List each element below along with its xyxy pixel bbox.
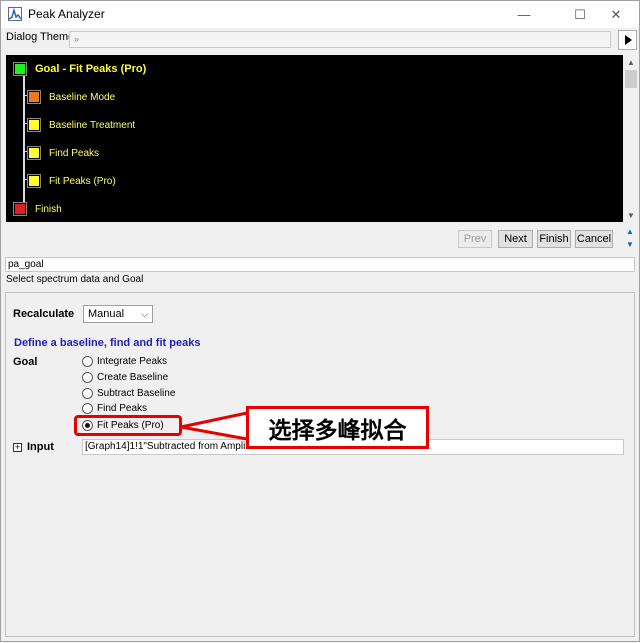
goal-option-label: Find Peaks <box>97 403 148 414</box>
collapse-up-icon[interactable]: ▲ <box>622 226 638 236</box>
scrollbar-thumb[interactable] <box>625 70 637 88</box>
scroll-down-icon[interactable]: ▼ <box>623 208 639 222</box>
dialog-name-field: pa_goal <box>5 257 635 272</box>
goal-label: Goal <box>13 356 38 368</box>
flow-step-box <box>28 91 40 103</box>
chevron-down-icon: ⌵ <box>141 309 148 319</box>
minimize-button[interactable]: — <box>501 1 547 28</box>
flow-item-finish[interactable]: Finish <box>14 203 62 215</box>
triangle-right-icon <box>624 35 632 45</box>
theme-menu-button[interactable] <box>618 30 637 50</box>
recalculate-label: Recalculate <box>13 308 75 320</box>
annotation-callout: 选择多峰拟合 <box>246 406 429 449</box>
minimize-icon: — <box>517 7 531 22</box>
settings-panel: Recalculate Manual ⌵ Define a baseline, … <box>5 292 635 637</box>
dialog-theme-row: Dialog Theme » <box>1 28 639 52</box>
radio-icon <box>82 356 93 367</box>
finish-button[interactable]: Finish <box>537 230 571 248</box>
radio-icon <box>82 388 93 399</box>
title-bar: Peak Analyzer — ☐ ✕ <box>1 1 639 28</box>
flow-item-fit-peaks[interactable]: Fit Peaks (Pro) <box>28 175 116 187</box>
dialog-description: Select spectrum data and Goal <box>6 274 144 285</box>
flow-item-label: Baseline Mode <box>49 91 116 103</box>
close-icon: ✕ <box>610 6 622 22</box>
peak-analyzer-window: Peak Analyzer — ☐ ✕ Dialog Theme » Goal … <box>0 0 640 642</box>
flow-item-label: Goal - Fit Peaks (Pro) <box>35 63 147 75</box>
radio-icon <box>82 372 93 383</box>
flow-step-box <box>14 63 26 75</box>
flow-item-baseline-mode[interactable]: Baseline Mode <box>28 91 115 103</box>
plus-expand-icon[interactable]: + <box>13 443 22 452</box>
goal-option-find-peaks[interactable]: Find Peaks <box>82 403 147 414</box>
cancel-button[interactable]: Cancel <box>575 230 613 248</box>
recalculate-value: Manual <box>88 308 125 320</box>
flow-item-label: Fit Peaks (Pro) <box>49 175 116 187</box>
flow-step-box <box>28 175 40 187</box>
close-button[interactable]: ✕ <box>593 1 639 28</box>
goal-option-create-baseline[interactable]: Create Baseline <box>82 372 168 383</box>
maximize-icon: ☐ <box>574 6 586 22</box>
flow-connector-main <box>23 73 25 208</box>
dialog-theme-label: Dialog Theme <box>6 31 75 43</box>
flow-step-box <box>28 147 40 159</box>
radio-icon <box>82 403 93 414</box>
flow-item-goal[interactable]: Goal - Fit Peaks (Pro) <box>14 63 146 75</box>
flow-item-baseline-treatment[interactable]: Baseline Treatment <box>28 119 135 131</box>
flow-item-label: Find Peaks <box>49 147 100 159</box>
scroll-up-icon[interactable]: ▲ <box>623 55 639 69</box>
flow-step-box <box>14 203 26 215</box>
input-label: Input <box>27 441 54 453</box>
window-title: Peak Analyzer <box>28 7 105 21</box>
flow-item-find-peaks[interactable]: Find Peaks <box>28 147 99 159</box>
section-title: Define a baseline, find and fit peaks <box>14 337 201 349</box>
goal-option-integrate-peaks[interactable]: Integrate Peaks <box>82 356 167 367</box>
goal-option-label: Create Baseline <box>97 372 169 383</box>
flow-item-label: Baseline Treatment <box>49 119 136 131</box>
highlight-box <box>74 415 182 436</box>
flow-item-label: Finish <box>35 203 62 215</box>
prev-button[interactable]: Prev <box>458 230 492 248</box>
next-button[interactable]: Next <box>498 230 533 248</box>
goal-option-label: Subtract Baseline <box>97 388 176 399</box>
recalculate-select[interactable]: Manual ⌵ <box>83 305 153 323</box>
goal-option-subtract-baseline[interactable]: Subtract Baseline <box>82 388 175 399</box>
dialog-theme-field[interactable]: » <box>69 31 611 48</box>
goal-option-label: Integrate Peaks <box>97 356 168 367</box>
peak-analyzer-icon <box>8 7 22 21</box>
flowchart-scrollbar[interactable]: ▲ ▼ <box>623 55 639 222</box>
flow-step-box <box>28 119 40 131</box>
flowchart-panel: Goal - Fit Peaks (Pro) Baseline Mode Bas… <box>6 55 623 222</box>
expand-down-icon[interactable]: ▼ <box>622 239 638 249</box>
